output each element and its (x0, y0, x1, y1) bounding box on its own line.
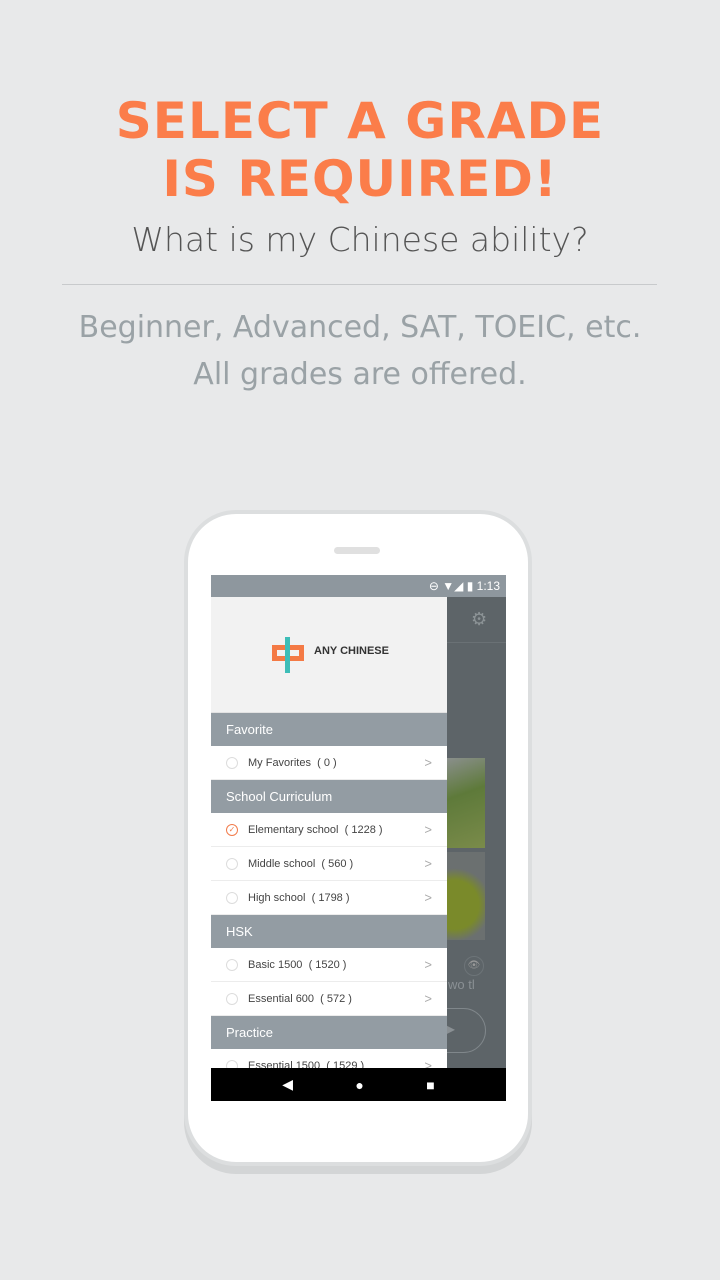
grade-list: Favorite My Favorites ( 0 ) > School Curric… (211, 713, 447, 1068)
home-icon[interactable]: ● (355, 1077, 363, 1093)
app-logo-icon (272, 637, 304, 673)
radio-icon[interactable] (226, 858, 238, 870)
app-name: ANY CHINESE (314, 645, 389, 657)
item-label: Elementary school (248, 824, 339, 836)
item-label: Middle school (248, 858, 316, 870)
divider (62, 284, 657, 285)
list-item[interactable]: My Favorites ( 0 ) > (211, 746, 447, 780)
section-header: Favorite (211, 713, 447, 746)
description-line2: All grades are offered. (193, 357, 527, 392)
radio-icon[interactable] (226, 892, 238, 904)
settings-gear-icon[interactable]: ⚙ (471, 609, 487, 630)
radio-icon[interactable] (226, 993, 238, 1005)
chevron-right-icon: > (424, 991, 432, 1006)
headline-line2: IS REQUIRED! (162, 150, 558, 208)
eye-icon[interactable]: 👁 (464, 956, 484, 976)
list-item[interactable]: Essential 1500 ( 1529 ) > (211, 1049, 447, 1068)
list-item[interactable]: Essential 600 ( 572 ) > (211, 982, 447, 1016)
item-count: ( 1228 ) (344, 824, 383, 836)
subtitle: What is my Chinese ability? (131, 220, 589, 259)
android-nav-bar: ◀ ● ■ (211, 1068, 506, 1101)
headline-line1: SELECT A GRADE (115, 92, 605, 150)
status-time: 1:13 (476, 579, 500, 593)
item-count: ( 1520 ) (308, 959, 347, 971)
section-header: HSK (211, 915, 447, 948)
item-label: Essential 600 (248, 993, 315, 1005)
item-label: Basic 1500 (248, 959, 303, 971)
item-count: ( 1798 ) (311, 892, 350, 904)
list-item[interactable]: ✓ Elementary school ( 1228 ) > (211, 813, 447, 847)
chevron-right-icon: > (424, 1058, 432, 1068)
item-label: High school (248, 892, 306, 904)
phone-screen: ⚙ 👁 wo tl ▶▶ ⊖ ▼◢ ▮ 1:13 ANY CHINESE Fav… (211, 575, 506, 1101)
section-header: Practice (211, 1016, 447, 1049)
section-header: School Curriculum (211, 780, 447, 813)
chevron-right-icon: > (424, 822, 432, 837)
item-label: My Favorites (248, 757, 311, 769)
chevron-right-icon: > (424, 755, 432, 770)
navigation-drawer: ANY CHINESE Favorite My Favorites ( 0 ) > S… (211, 597, 447, 1068)
parrot-image (447, 758, 485, 848)
item-label: Essential 1500 (248, 1060, 321, 1068)
item-count: ( 0 ) (317, 757, 337, 769)
item-count: ( 572 ) (320, 993, 352, 1005)
radio-icon[interactable] (226, 1060, 238, 1068)
description: Beginner, Advanced, SAT, TOEIC, etc. All… (0, 304, 720, 398)
description-line1: Beginner, Advanced, SAT, TOEIC, etc. (78, 310, 642, 345)
pear-image (447, 852, 485, 940)
phone-speaker (334, 547, 380, 554)
radio-icon[interactable] (226, 757, 238, 769)
list-item[interactable]: High school ( 1798 ) > (211, 881, 447, 915)
item-count: ( 560 ) (321, 858, 354, 870)
status-bar: ⊖ ▼◢ ▮ 1:13 (211, 575, 506, 597)
chevron-right-icon: > (424, 890, 432, 905)
check-circle-icon[interactable]: ✓ (226, 824, 238, 836)
item-count: ( 1529 ) (326, 1060, 365, 1068)
back-icon[interactable]: ◀ (282, 1076, 293, 1093)
chevron-right-icon: > (424, 856, 432, 871)
background-text: wo tl (448, 977, 475, 992)
list-item[interactable]: Basic 1500 ( 1520 ) > (211, 948, 447, 982)
chevron-right-icon: > (424, 957, 432, 972)
drawer-header: ANY CHINESE (211, 597, 447, 713)
radio-icon[interactable] (226, 959, 238, 971)
recents-icon[interactable]: ■ (426, 1077, 434, 1093)
list-item[interactable]: Middle school ( 560 ) > (211, 847, 447, 881)
